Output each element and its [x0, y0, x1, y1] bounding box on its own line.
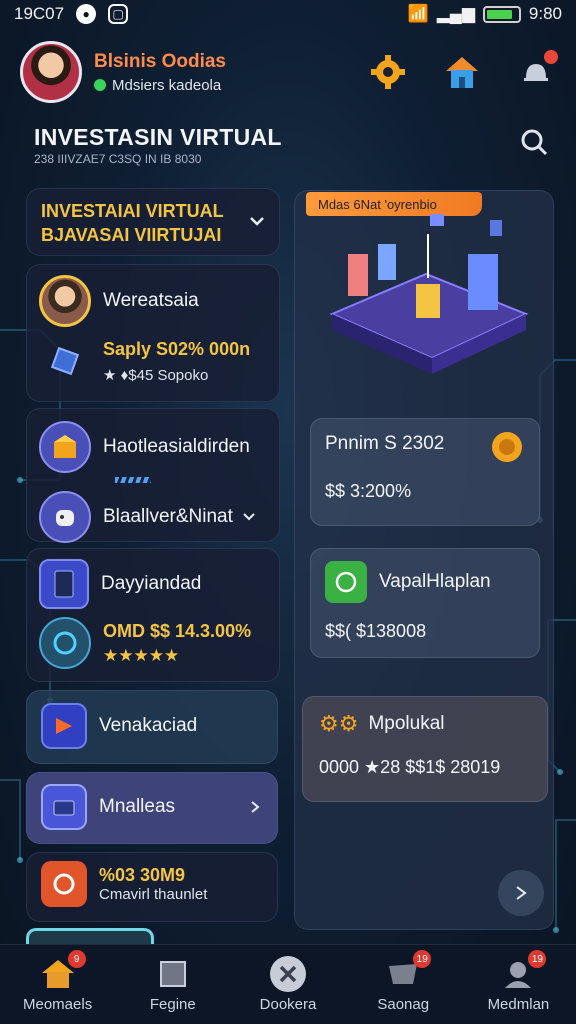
card-4-title: Venakaciad — [99, 715, 198, 736]
investment-dropdown[interactable]: INVESTAIAI VIRTUAL BJAVASAI VIIRTUJAI — [26, 188, 280, 256]
stat-card-3-value: 0000 ★28 $$1$ 28019 — [319, 757, 501, 777]
nav-badge: 19 — [528, 950, 547, 968]
message-icon: ▢ — [108, 4, 129, 24]
investment-card-5[interactable]: Mnalleas — [26, 772, 278, 844]
stat-card-2[interactable]: VapalHlaplan $$( $138008 — [310, 548, 540, 658]
home-button[interactable] — [442, 52, 482, 92]
investment-card-2[interactable]: Haotleasialdirden Blaallver&Ninat — [26, 408, 280, 543]
data-center-illustration — [329, 214, 529, 374]
book-icon — [159, 961, 186, 987]
signal-icon: ▂▄▆ — [436, 4, 475, 23]
card-2-title: Haotleasialdirden — [103, 436, 250, 457]
card-1-meta: ★ ♦$45 Sopoko — [103, 366, 209, 384]
nav-label: Medmlan — [487, 996, 550, 1013]
nav-item-home[interactable]: 9 Meomaels — [0, 945, 115, 1024]
whatsapp-icon — [325, 561, 367, 603]
nav-item-saving[interactable]: 19 Saonag — [346, 945, 461, 1024]
dropdown-line-2: BJAVASAI VIIRTUJAI — [41, 225, 222, 245]
investment-card-6[interactable]: %03 30M9 Cmavirl thaunlet — [26, 852, 278, 922]
nav-item-profile[interactable]: 19 Medmlan — [461, 945, 576, 1024]
search-button[interactable] — [518, 126, 550, 158]
treasure-icon — [39, 421, 91, 473]
card-1-value: Saply S02% 000n — [103, 338, 251, 359]
gauge-icon — [39, 617, 91, 669]
avatar — [39, 275, 91, 327]
rating-stars: ★★★★★ — [103, 645, 180, 665]
folder-icon — [41, 784, 87, 830]
chevron-right-icon — [251, 801, 260, 813]
coins-icon: ⚙⚙ — [319, 711, 359, 736]
shield-icon — [41, 861, 87, 907]
nav-badge: 19 — [413, 950, 432, 968]
chevron-down-icon — [250, 217, 264, 226]
stat-card-1-value: $$ 3:200% — [325, 481, 412, 501]
nav-label: Dookera — [259, 996, 317, 1013]
teal-action-button[interactable] — [26, 928, 154, 944]
close-icon — [270, 956, 306, 992]
online-status-icon — [94, 79, 106, 91]
user-status-text: Mdsiers kadeola — [112, 76, 222, 94]
search-icon — [521, 129, 548, 156]
page-title: INVESTASIN VIRTUAL — [34, 124, 282, 150]
nav-item-portfolio[interactable]: Fegine — [115, 945, 230, 1024]
nav-label: Fegine — [149, 996, 196, 1013]
investment-card-3[interactable]: Dayyiandad OMD $$ 14.3.00% ★★★★★ — [26, 548, 280, 682]
battery-icon — [482, 5, 521, 23]
stat-card-3[interactable]: ⚙⚙ Mpolukal 0000 ★28 $$1$ 28019 — [302, 696, 548, 802]
home-icon — [446, 57, 478, 88]
avatar[interactable] — [20, 41, 82, 103]
settings-button[interactable] — [368, 52, 408, 92]
nav-item-center[interactable]: Dookera — [230, 945, 345, 1024]
server-icon — [39, 559, 89, 609]
stat-card-2-value: $$( $138008 — [325, 621, 427, 641]
arrow-icon — [516, 886, 527, 900]
investment-card-4[interactable]: Venakaciad — [26, 690, 278, 764]
card-1-title: Wereatsaia — [103, 290, 199, 311]
dropdown-line-1: INVESTAIAI VIRTUAL — [41, 201, 224, 221]
bottom-navigation: 9 Meomaels Fegine Dookera 19 Saonag 19 M… — [0, 944, 576, 1024]
user-name: Blsinis Oodias — [94, 50, 226, 72]
nav-badge: 9 — [67, 950, 86, 968]
notifications-button[interactable] — [516, 50, 558, 92]
robot-icon — [39, 491, 91, 543]
card-3-value: OMD $$ 14.3.00% — [103, 620, 252, 641]
crystal-icon — [39, 335, 91, 387]
notification-badge — [544, 50, 558, 64]
card-6-subtitle: Cmavirl thaunlet — [99, 886, 208, 903]
card-5-title: Mnalleas — [99, 796, 176, 817]
expand-button[interactable] — [498, 870, 544, 916]
featured-tag: Mdas 6Nat 'oyrenbio — [306, 192, 482, 216]
app-header: Blsinis Oodias Mdsiers kadeola — [0, 34, 576, 110]
nav-label: Saonag — [377, 996, 430, 1013]
card-3-title: Dayyiandad — [101, 573, 202, 594]
stat-card-1[interactable]: Pnnim S 2302 $$ 3:200% — [310, 418, 540, 526]
status-time: 19C07 — [14, 4, 65, 23]
coin-icon — [492, 432, 522, 462]
wifi-icon: 📶 — [407, 4, 429, 23]
chevron-down-icon — [243, 513, 255, 521]
status-time-right: 9:80 — [528, 4, 562, 23]
play-icon — [41, 703, 87, 749]
stat-card-2-title: VapalHlaplan — [379, 571, 491, 592]
stat-card-3-title: Mpolukal — [368, 713, 445, 734]
notification-icon: ● — [76, 4, 97, 24]
nav-label: Meomaels — [23, 996, 93, 1013]
card-6-value: %03 30M9 — [99, 865, 186, 885]
card-2-subtitle: Blaallver&Ninat — [103, 506, 233, 527]
gear-icon — [371, 55, 405, 89]
card-2-progress — [115, 477, 151, 483]
page-subtitle: 238 IIIVZAE7 C3SQ IN IB 8030 — [34, 152, 202, 166]
status-bar: 19C07 ● ▢ 📶 ▂▄▆ 9:80 — [0, 0, 576, 28]
investment-card-1[interactable]: Wereatsaia Saply S02% 000n ★ ♦$45 Sopoko — [26, 264, 280, 402]
